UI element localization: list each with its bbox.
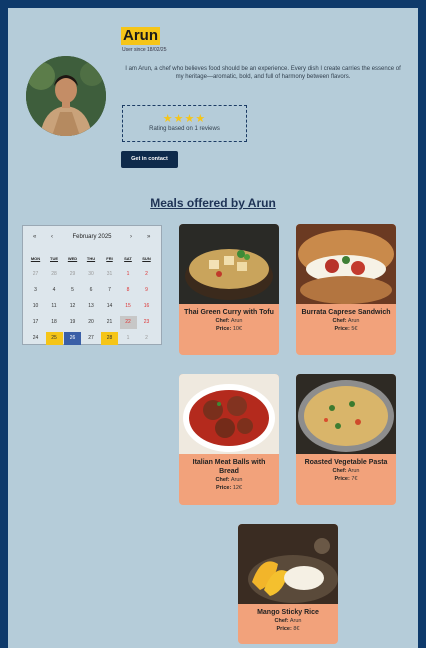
- meal-card[interactable]: Roasted Vegetable Pasta Chef: Arun Price…: [296, 374, 396, 505]
- weekday-label: THU: [86, 256, 96, 261]
- meal-title: Burrata Caprese Sandwich: [301, 309, 391, 316]
- chef-bio: I am Arun, a chef who believes food shou…: [125, 66, 401, 80]
- calendar-day[interactable]: 20: [83, 316, 100, 329]
- meal-image: [179, 224, 279, 304]
- next-year-button[interactable]: »: [147, 234, 150, 240]
- calendar-day[interactable]: 21: [101, 316, 118, 329]
- calendar-day[interactable]: 27: [83, 332, 100, 345]
- calendar-day[interactable]: 12: [64, 300, 81, 313]
- calendar-day[interactable]: 9: [138, 284, 155, 297]
- calendar-day[interactable]: 5: [64, 284, 81, 297]
- weekday-label: SAT: [124, 256, 132, 261]
- calendar-day[interactable]: 16: [138, 300, 155, 313]
- calendar-day-selected[interactable]: 26: [64, 332, 81, 345]
- meals-section-title: Meals offered by Arun: [150, 196, 276, 210]
- contact-button[interactable]: Get in contact: [121, 151, 178, 168]
- meal-chef: Chef: Arun: [274, 618, 302, 624]
- calendar-day[interactable]: 27: [27, 268, 44, 281]
- calendar-day[interactable]: 19: [64, 316, 81, 329]
- weekday-label: FRI: [106, 256, 113, 261]
- meal-price: Price: 12€: [215, 485, 242, 491]
- meal-title: Mango Sticky Rice: [257, 609, 319, 616]
- meal-chef: Chef: Arun: [332, 318, 360, 324]
- meal-title: Thai Green Curry with Tofu: [184, 309, 274, 316]
- calendar-day-today[interactable]: 22: [119, 316, 137, 329]
- meal-image: [238, 524, 338, 604]
- calendar-day[interactable]: 13: [83, 300, 100, 313]
- calendar-day-available[interactable]: 25: [45, 332, 63, 345]
- calendar-day[interactable]: 14: [101, 300, 118, 313]
- calendar-day[interactable]: 1: [120, 332, 137, 345]
- calendar: « ‹ February 2025 › » MON TUE WED THU FR…: [22, 225, 162, 345]
- meal-image: [179, 374, 279, 454]
- calendar-day[interactable]: 1: [120, 268, 137, 281]
- chef-portrait-image: [26, 56, 106, 136]
- calendar-day[interactable]: 29: [64, 268, 81, 281]
- calendar-month-label: February 2025: [72, 234, 112, 240]
- chef-name: Arun: [121, 27, 160, 45]
- meal-chef: Chef: Arun: [332, 468, 360, 474]
- calendar-day[interactable]: 4: [46, 284, 63, 297]
- calendar-day[interactable]: 18: [46, 316, 63, 329]
- calendar-day[interactable]: 23: [138, 316, 155, 329]
- calendar-day[interactable]: 2: [138, 332, 155, 345]
- meal-card[interactable]: Thai Green Curry with Tofu Chef: Arun Pr…: [179, 224, 279, 355]
- weekday-label: WED: [67, 256, 78, 261]
- meal-price: Price: 7€: [334, 476, 358, 482]
- meal-card[interactable]: Italian Meat Balls with Bread Chef: Arun…: [179, 374, 279, 505]
- meal-title: Italian Meat Balls with Bread: [192, 459, 266, 475]
- meal-chef: Chef: Arun: [215, 477, 243, 483]
- meal-card[interactable]: Mango Sticky Rice Chef: Arun Price: 8€: [238, 524, 338, 644]
- user-since: User since 18/02/25: [122, 47, 167, 53]
- calendar-day[interactable]: 31: [101, 268, 118, 281]
- rating-stars-icon: ★★★★: [162, 113, 207, 125]
- meal-title: Roasted Vegetable Pasta: [304, 459, 388, 466]
- weekday-label: SUN: [142, 256, 151, 261]
- meal-price: Price: 10€: [215, 326, 242, 332]
- calendar-day[interactable]: 17: [27, 316, 44, 329]
- meal-chef: Chef: Arun: [215, 318, 243, 324]
- calendar-day[interactable]: 7: [101, 284, 118, 297]
- weekday-label: MON: [30, 256, 41, 261]
- rating-text: Rating based on 1 reviews: [149, 126, 220, 132]
- calendar-day[interactable]: 15: [120, 300, 137, 313]
- calendar-day[interactable]: 24: [27, 332, 44, 345]
- calendar-day[interactable]: 8: [120, 284, 137, 297]
- calendar-day[interactable]: 10: [27, 300, 44, 313]
- calendar-day[interactable]: 2: [138, 268, 155, 281]
- meal-price: Price: 5€: [334, 326, 358, 332]
- meal-price: Price: 8€: [276, 626, 300, 632]
- calendar-day[interactable]: 6: [83, 284, 100, 297]
- calendar-day-available[interactable]: 28: [101, 332, 118, 345]
- rating-box: ★★★★ Rating based on 1 reviews: [122, 105, 247, 142]
- calendar-grid: MON TUE WED THU FRI SAT SUN 27 28 29 30 …: [27, 252, 157, 348]
- calendar-day[interactable]: 11: [46, 300, 63, 313]
- calendar-day[interactable]: 28: [46, 268, 63, 281]
- next-month-button[interactable]: ›: [130, 234, 132, 240]
- meal-card[interactable]: Burrata Caprese Sandwich Chef: Arun Pric…: [296, 224, 396, 355]
- calendar-day[interactable]: 30: [83, 268, 100, 281]
- weekday-label: TUE: [50, 256, 58, 261]
- avatar: [26, 56, 106, 136]
- calendar-day[interactable]: 3: [27, 284, 44, 297]
- meal-image: [296, 374, 396, 454]
- meal-image: [296, 224, 396, 304]
